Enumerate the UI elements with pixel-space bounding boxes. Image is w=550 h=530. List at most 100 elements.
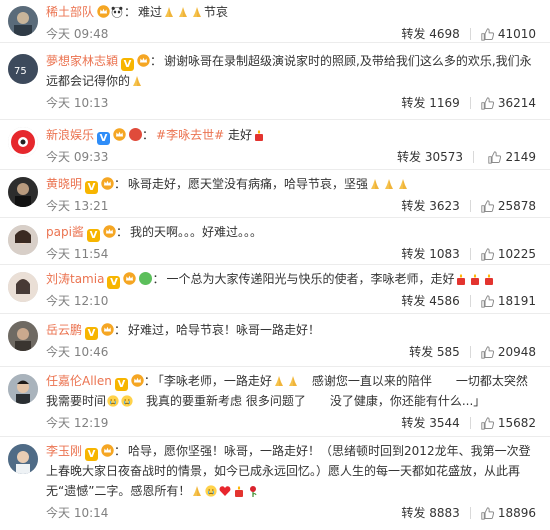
comment-author-name[interactable]: 稀土部队	[46, 5, 94, 19]
comment-author-name[interactable]: papi酱	[46, 225, 84, 239]
like-button[interactable]: 10225	[481, 244, 536, 264]
repost-button[interactable]: 转发 1083	[401, 244, 459, 264]
avatar[interactable]: 75	[8, 54, 38, 84]
repost-button[interactable]: 转发 585	[409, 342, 460, 362]
thumbs-up-icon	[481, 28, 494, 41]
repost-button[interactable]: 转发 4586	[401, 291, 459, 311]
comment-item: 岳云鹏：好难过，哈导节哀！咏哥一路走好！ 今天 10:46 转发 585 209…	[0, 315, 550, 367]
divider	[469, 248, 471, 260]
avatar[interactable]	[8, 444, 38, 474]
candle-emoji-icon	[233, 485, 245, 497]
pray-emoji-icon	[177, 6, 189, 18]
thumbs-up-icon	[488, 151, 501, 164]
thumbs-up-icon	[481, 507, 494, 520]
like-button[interactable]: 25878	[481, 196, 536, 216]
thumbs-up-icon	[481, 248, 494, 261]
like-count: 2149	[505, 150, 536, 164]
divider	[469, 417, 471, 429]
repost-count: 8883	[429, 506, 460, 520]
avatar[interactable]	[8, 225, 38, 255]
like-button[interactable]: 2149	[484, 147, 536, 167]
comment-author-name[interactable]: 夢想家林志穎	[46, 54, 118, 68]
pray-emoji-icon	[397, 178, 409, 190]
comment-author-name[interactable]: 任嘉伦Allen	[46, 374, 112, 388]
repost-button[interactable]: 转发 3544	[401, 413, 459, 433]
comment-time: 今天 10:14	[46, 506, 109, 520]
vip-crown-icon	[103, 225, 116, 238]
repost-count: 1083	[429, 247, 460, 261]
verified-badge-icon	[97, 132, 111, 145]
repost-count: 4698	[429, 27, 460, 41]
like-count: 18191	[497, 294, 536, 308]
like-button[interactable]: 15682	[481, 413, 536, 433]
repost-count: 4586	[429, 294, 460, 308]
comment-item: 75 夢想家林志穎：谢谢咏哥在录制超级演说家时的照顾,及带给我们这么多的欢乐,我…	[0, 44, 550, 120]
comment-text: 「李咏老师，一路走好	[157, 374, 272, 388]
repost-button[interactable]: 转发 3623	[401, 196, 459, 216]
like-button[interactable]: 18896	[481, 503, 536, 523]
avatar[interactable]	[8, 127, 38, 157]
repost-count: 585	[436, 345, 460, 359]
like-button[interactable]: 36214	[481, 93, 536, 113]
pray-emoji-icon	[383, 178, 395, 190]
vip-crown-icon	[101, 444, 114, 457]
repost-button[interactable]: 转发 30573	[397, 147, 463, 167]
comment-feed: 稀土部队：难过 节哀 今天 09:48 转发 4698 41010 75 夢想家林…	[0, 0, 550, 530]
comment-author-name[interactable]: 黄晓明	[46, 177, 82, 191]
pray-emoji-icon	[369, 178, 381, 190]
like-button[interactable]: 20948	[481, 342, 536, 362]
repost-button[interactable]: 转发 1169	[401, 93, 459, 113]
comment-author-name[interactable]: 新浪娱乐	[46, 128, 94, 142]
vip-crown-icon	[97, 5, 110, 18]
crying-emoji-icon	[107, 395, 119, 407]
vip-crown-icon	[123, 272, 136, 285]
comment-item: 刘涛tamia：一个总为大家传递阳光与快乐的使者，李咏老师，走好 今天 12:1…	[0, 266, 550, 314]
repost-button[interactable]: 转发 4698	[401, 24, 459, 44]
avatar[interactable]	[8, 321, 38, 351]
like-button[interactable]: 41010	[481, 24, 536, 44]
comment-time: 今天 09:33	[46, 150, 109, 164]
comment-time: 今天 10:46	[46, 345, 109, 359]
divider	[473, 151, 474, 163]
comment-item: 任嘉伦Allen：「李咏老师，一路走好 感谢您一直以来的陪伴 一切都太突然 我需…	[0, 368, 550, 437]
like-count: 15682	[497, 416, 536, 430]
like-count: 20948	[497, 345, 536, 359]
comment-time: 今天 10:13	[46, 96, 109, 110]
comment-author-name[interactable]: 李玉刚	[46, 444, 82, 458]
vip-crown-icon	[131, 374, 144, 387]
avatar[interactable]	[8, 177, 38, 207]
comment-text: 走好	[227, 128, 252, 142]
verified-badge-icon	[85, 181, 99, 194]
comment-item: 李玉刚：哈导，愿你坚强！咏哥，一路走好！（思绪顿时回到2012龙年、我第一次登上…	[0, 438, 550, 530]
candle-emoji-icon	[455, 273, 467, 285]
avatar[interactable]	[8, 374, 38, 404]
verified-badge-icon	[121, 58, 135, 71]
like-button[interactable]: 18191	[481, 291, 536, 311]
divider	[469, 346, 471, 358]
thumbs-up-icon	[481, 417, 494, 430]
svg-text:75: 75	[14, 66, 27, 77]
candle-emoji-icon	[483, 273, 495, 285]
like-count: 25878	[497, 199, 536, 213]
comment-time: 今天 12:10	[46, 294, 109, 308]
divider	[469, 507, 471, 519]
pray-emoji-icon	[131, 75, 143, 87]
like-count: 18896	[497, 506, 536, 520]
avatar[interactable]	[8, 272, 38, 302]
repost-count: 1169	[429, 96, 460, 110]
comment-text: 咏哥走好，愿天堂没有病痛，哈导节哀，坚强	[128, 177, 369, 191]
repost-button[interactable]: 转发 8883	[401, 503, 459, 523]
avatar[interactable]	[8, 6, 38, 36]
comment-author-name[interactable]: 岳云鹏	[46, 323, 82, 337]
vip-crown-icon	[113, 128, 126, 141]
comment-text: 谢谢咏哥在录制超级演说家时的照顾,及带给我们这么多的欢乐,我们永远都会记得你的	[46, 54, 532, 88]
heart-emoji-icon	[219, 485, 231, 497]
topic-link[interactable]: #李咏去世#	[156, 128, 224, 142]
repost-count: 30573	[424, 150, 463, 164]
like-count: 36214	[497, 96, 536, 110]
crying-emoji-icon	[205, 485, 217, 497]
comment-time: 今天 09:48	[46, 27, 109, 41]
thumbs-up-icon	[481, 346, 494, 359]
comment-author-name[interactable]: 刘涛tamia	[46, 272, 104, 286]
verified-badge-icon	[107, 276, 121, 289]
